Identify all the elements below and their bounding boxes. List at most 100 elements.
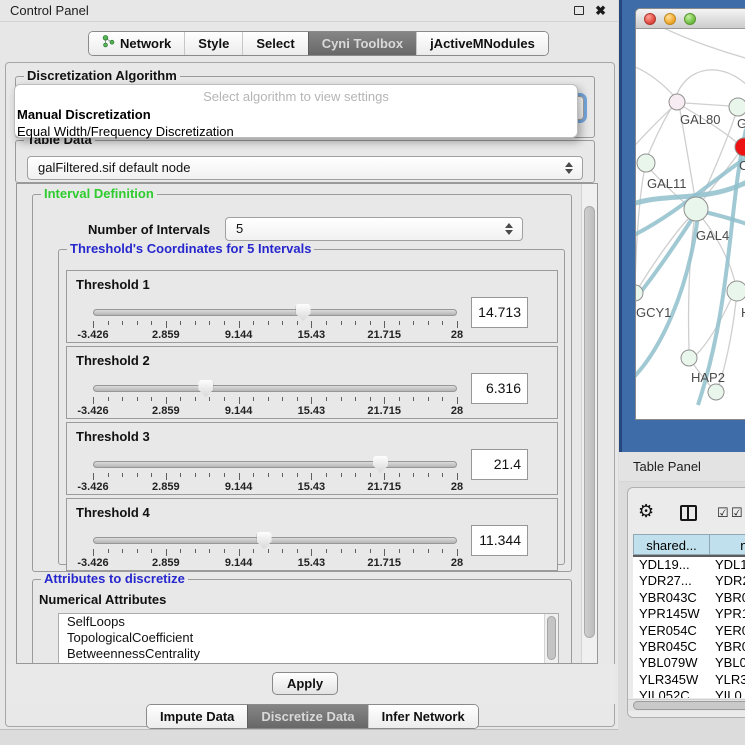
horizontal-scrollbar[interactable] [628, 699, 745, 711]
network-node[interactable] [708, 384, 724, 400]
scrollbar-thumb[interactable] [584, 206, 595, 638]
cell-shared-name[interactable]: YER054C [633, 623, 709, 639]
tick-mark [399, 397, 400, 401]
table-row[interactable]: YBL079WYBL0 [633, 655, 745, 671]
cell-shared-name[interactable]: YDL19... [633, 557, 709, 573]
list-item-topologicalcoefficient[interactable]: TopologicalCoefficient [59, 630, 558, 646]
tab-label: Select [256, 32, 294, 55]
list-scrollbar[interactable] [544, 614, 558, 664]
cell-name[interactable]: YDR2 [709, 573, 745, 589]
scrollbar-thumb[interactable] [633, 701, 745, 710]
slider-thumb[interactable] [373, 456, 388, 473]
tick-mark [442, 321, 443, 325]
tick-mark [209, 473, 210, 477]
cell-name[interactable]: YBR0 [709, 639, 745, 655]
threshold-slider[interactable]: -3.4262.8599.14415.4321.71528 [93, 423, 457, 496]
tab-cyni-toolbox[interactable]: Cyni Toolbox [308, 32, 416, 55]
cell-shared-name[interactable]: YBL079W [633, 655, 709, 671]
tab-infer-network[interactable]: Infer Network [368, 705, 478, 728]
network-window-titlebar[interactable] [636, 9, 745, 29]
scrollbar-thumb[interactable] [547, 616, 556, 660]
cell-shared-name[interactable]: YPR145W [633, 606, 709, 622]
checkbox-checked-icon[interactable]: ☑ [717, 505, 729, 521]
cell-name[interactable]: YPR1 [709, 606, 745, 622]
cell-name[interactable]: YDL1 [709, 557, 745, 573]
vertical-scrollbar[interactable] [581, 184, 597, 663]
slider-track[interactable] [93, 309, 457, 316]
checkbox-checked-icon[interactable]: ☑ [731, 505, 743, 521]
threshold-value-field[interactable]: 14.713 [471, 297, 528, 328]
network-node[interactable] [735, 138, 745, 156]
number-of-intervals-combobox[interactable]: 5 [225, 217, 523, 241]
table-row[interactable]: YBR045CYBR0 [633, 639, 745, 655]
threshold-value-field[interactable]: 6.316 [471, 373, 528, 404]
slider-thumb[interactable] [296, 304, 311, 321]
dropdown-option-manual-discretization[interactable]: Manual Discretization [15, 107, 577, 122]
zoom-traffic-light-icon[interactable] [684, 13, 696, 25]
network-graph[interactable]: GAL80GACGAL11GAL4GCY1HHAP2 [636, 29, 745, 420]
tab-discretize-data[interactable]: Discretize Data [247, 705, 367, 728]
tick-mark [180, 473, 181, 477]
cell-shared-name[interactable]: YBR043C [633, 590, 709, 606]
minimize-traffic-light-icon[interactable] [664, 13, 676, 25]
close-traffic-light-icon[interactable] [644, 13, 656, 25]
tab-jactivemnodules[interactable]: jActiveMNodules [416, 32, 548, 55]
table-row[interactable]: YDL19...YDL1 [633, 557, 745, 573]
tab-style[interactable]: Style [184, 32, 242, 55]
list-item-selfloops[interactable]: SelfLoops [59, 614, 558, 630]
tick-label: 28 [451, 481, 463, 493]
apply-button[interactable]: Apply [272, 672, 338, 695]
network-node[interactable] [684, 197, 708, 221]
tab-label: Infer Network [382, 705, 465, 728]
table-row[interactable]: YBR043CYBR0 [633, 590, 745, 606]
table-row[interactable]: YPR145WYPR1 [633, 606, 745, 622]
cell-shared-name[interactable]: YBR045C [633, 639, 709, 655]
threshold-slider[interactable]: -3.4262.8599.14415.4321.71528 [93, 271, 457, 344]
threshold-slider[interactable]: -3.4262.8599.14415.4321.71528 [93, 499, 457, 572]
cell-shared-name[interactable]: YIL052C [633, 688, 709, 698]
table-panel-titlebar: Table Panel [619, 452, 745, 482]
cell-name[interactable]: YIL0 [709, 688, 742, 698]
table-row[interactable]: YDR27...YDR2 [633, 573, 745, 589]
threshold-slider[interactable]: -3.4262.8599.14415.4321.71528 [93, 347, 457, 420]
network-node[interactable] [637, 154, 655, 172]
threshold-value-field[interactable]: 21.4 [471, 449, 528, 480]
network-node[interactable] [681, 350, 697, 366]
table-row[interactable]: YLR345WYLR3 [633, 672, 745, 688]
column-header-na[interactable]: na [709, 534, 745, 555]
slider-track[interactable] [93, 537, 457, 544]
slider-thumb[interactable] [257, 532, 272, 549]
close-icon[interactable]: ✖ [595, 2, 606, 20]
threshold-value-field[interactable]: 11.344 [471, 525, 528, 556]
column-header-shared-[interactable]: shared... [633, 534, 709, 555]
tick-mark [137, 473, 138, 477]
float-window-icon[interactable] [574, 6, 584, 15]
cell-name[interactable]: YLR3 [709, 672, 745, 688]
split-columns-icon[interactable] [680, 505, 697, 521]
tick-mark [428, 549, 429, 553]
tick-mark [253, 397, 254, 401]
cell-name[interactable]: YBL0 [709, 655, 745, 671]
cell-shared-name[interactable]: YLR345W [633, 672, 709, 688]
table-row[interactable]: YIL052CYIL0 [633, 688, 745, 698]
network-node[interactable] [669, 94, 685, 110]
tick-mark [180, 397, 181, 401]
thresholds-group: Threshold's Coordinates for 5 Intervals … [58, 249, 565, 565]
tab-impute-data[interactable]: Impute Data [147, 705, 247, 728]
tab-select[interactable]: Select [242, 32, 307, 55]
table-row[interactable]: YER054CYER0 [633, 623, 745, 639]
network-node[interactable] [729, 98, 745, 116]
table-data-combobox[interactable]: galFiltered.sif default node [27, 156, 583, 180]
slider-track[interactable] [93, 385, 457, 392]
gear-icon[interactable]: ⚙ [638, 501, 654, 521]
dropdown-option-equal-width-frequency[interactable]: Equal Width/Frequency Discretization [15, 124, 577, 139]
cell-name[interactable]: YER0 [709, 623, 745, 639]
cell-name[interactable]: YBR0 [709, 590, 745, 606]
network-edge [685, 103, 730, 106]
network-node[interactable] [727, 281, 745, 301]
slider-thumb[interactable] [198, 380, 213, 397]
slider-track[interactable] [93, 461, 457, 468]
tab-network[interactable]: Network [89, 32, 184, 55]
list-item-betweennesscentrality[interactable]: BetweennessCentrality [59, 646, 558, 662]
cell-shared-name[interactable]: YDR27... [633, 573, 709, 589]
